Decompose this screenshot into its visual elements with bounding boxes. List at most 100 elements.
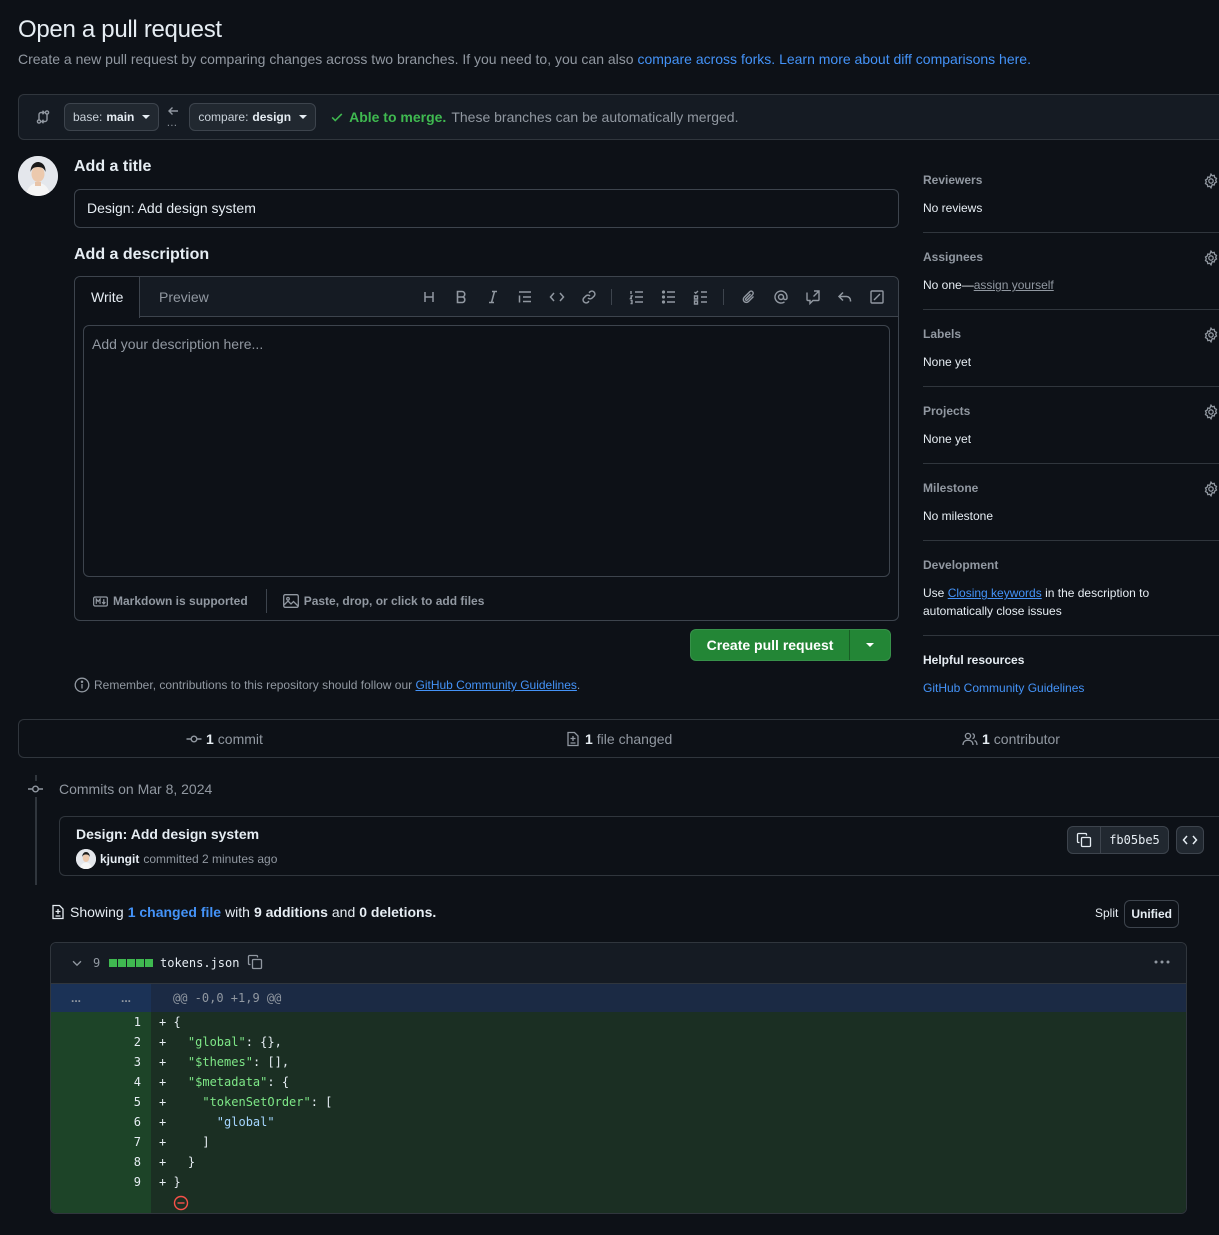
line-gutter-old[interactable] [51, 1012, 101, 1032]
page-title: Open a pull request [18, 16, 222, 43]
contributors-stat[interactable]: 1 contributor [962, 720, 1060, 757]
gear-icon[interactable] [1203, 173, 1219, 189]
line-gutter-old[interactable] [51, 1052, 101, 1072]
compare-bar: base: main … compare: design Able to merge… [18, 94, 1219, 140]
expand-down-button[interactable]: ... [101, 984, 151, 1012]
projects-title[interactable]: Projects [923, 404, 1219, 418]
reviewers-title[interactable]: Reviewers [923, 173, 1219, 187]
bold-icon[interactable] [453, 289, 469, 305]
assign-yourself-link[interactable]: assign yourself [974, 278, 1054, 292]
gear-icon[interactable] [1203, 250, 1219, 266]
assignees-value: No one—assign yourself [923, 276, 1219, 294]
paperclip-icon[interactable] [741, 289, 757, 305]
mention-icon[interactable] [773, 289, 789, 305]
gear-icon[interactable] [1203, 404, 1219, 420]
compare-branch-dropdown[interactable]: compare: design [189, 103, 317, 131]
heading-icon[interactable] [421, 289, 437, 305]
split-view-button[interactable]: Split [1089, 900, 1124, 928]
line-gutter-old[interactable] [51, 1132, 101, 1152]
guidelines-note: Remember, contributions to this reposito… [74, 677, 580, 693]
line-gutter-new [101, 1192, 151, 1213]
line-number[interactable]: 2 [101, 1032, 151, 1052]
line-code: + "global" [159, 1115, 275, 1129]
assignees-none: No one— [923, 278, 974, 292]
description-textarea[interactable]: Add your description here... [83, 325, 890, 577]
expand-up-button[interactable]: ... [51, 984, 101, 1012]
line-number[interactable]: 6 [101, 1112, 151, 1132]
diff-comparisons-link[interactable]: Learn more about diff comparisons here. [779, 51, 1031, 67]
toolbar-divider [723, 289, 724, 305]
line-number[interactable]: 1 [101, 1012, 151, 1032]
italic-icon[interactable] [485, 289, 501, 305]
labels-title[interactable]: Labels [923, 327, 1219, 341]
create-pull-request-label[interactable]: Create pull request [691, 630, 850, 660]
ordered-list-icon[interactable] [629, 289, 645, 305]
line-gutter-old[interactable] [51, 1072, 101, 1092]
page-subtitle: Create a new pull request by comparing c… [18, 51, 1031, 67]
code-icon[interactable] [549, 289, 565, 305]
line-gutter-old[interactable] [51, 1032, 101, 1052]
reviewers-value: No reviews [923, 201, 983, 215]
guidelines-link[interactable]: GitHub Community Guidelines [416, 678, 577, 692]
tab-write[interactable]: Write [75, 277, 141, 318]
unified-view-button[interactable]: Unified [1124, 900, 1180, 928]
files-stat[interactable]: 1 file changed [565, 720, 672, 757]
line-gutter-old[interactable] [51, 1152, 101, 1172]
commits-stat[interactable]: 1 commit [186, 720, 263, 757]
markdown-note[interactable]: Markdown is supported [113, 594, 248, 608]
compare-value: design [252, 110, 292, 124]
task-list-icon[interactable] [693, 289, 709, 305]
changed-file-link[interactable]: 1 changed file [128, 904, 221, 920]
title-input[interactable]: Design: Add design system [74, 189, 899, 228]
file-diff-icon [565, 731, 581, 747]
commit-author[interactable]: kjungit [100, 852, 139, 866]
line-number[interactable]: 9 [101, 1172, 151, 1192]
line-gutter-old[interactable] [51, 1112, 101, 1132]
base-branch-dropdown[interactable]: base: main [64, 103, 160, 131]
tab-preview[interactable]: Preview [143, 277, 225, 317]
gear-icon[interactable] [1203, 327, 1219, 343]
copy-icon[interactable] [1068, 827, 1101, 853]
browse-code-button[interactable] [1176, 826, 1204, 854]
line-number[interactable]: 4 [101, 1072, 151, 1092]
commit-sha-group: fb05be5 [1067, 826, 1169, 854]
line-number[interactable]: 5 [101, 1092, 151, 1112]
copy-icon[interactable] [247, 954, 263, 970]
sidebar-reviewers: Reviewers No reviews [923, 173, 1219, 233]
gear-icon[interactable] [1203, 481, 1219, 497]
create-options-dropdown[interactable] [850, 643, 890, 647]
avatar[interactable] [76, 849, 96, 869]
showing-prefix: Showing [70, 904, 124, 920]
line-gutter-old[interactable] [51, 1092, 101, 1112]
info-icon [74, 677, 90, 693]
assignees-title[interactable]: Assignees [923, 250, 1219, 264]
milestone-title[interactable]: Milestone [923, 481, 1219, 495]
line-number[interactable]: 3 [101, 1052, 151, 1072]
compare-forks-link[interactable]: compare across forks. [637, 51, 775, 67]
commit-title[interactable]: Design: Add design system [76, 826, 259, 842]
create-pull-request-button[interactable]: Create pull request [690, 629, 891, 661]
cross-reference-icon[interactable] [805, 289, 821, 305]
line-number[interactable]: 7 [101, 1132, 151, 1152]
quote-icon[interactable] [517, 289, 533, 305]
no-newline-icon [173, 1195, 189, 1211]
attach-files-note[interactable]: Paste, drop, or click to add files [304, 594, 485, 608]
link-icon[interactable] [581, 289, 597, 305]
commit-sha[interactable]: fb05be5 [1101, 833, 1168, 847]
line-gutter-old[interactable] [51, 1172, 101, 1192]
chevron-down-icon[interactable] [70, 956, 84, 970]
summary-stats-bar: 1 commit 1 file changed 1 contributor [18, 719, 1219, 758]
kebab-menu-icon[interactable] [1153, 954, 1171, 970]
sidebar-development: Development Use Closing keywords in the … [923, 558, 1219, 636]
avatar[interactable] [18, 156, 58, 196]
guidelines-suffix: . [576, 678, 581, 692]
line-number[interactable]: 8 [101, 1152, 151, 1172]
line-code: + "tokenSetOrder": [ [159, 1095, 333, 1109]
community-guidelines-link[interactable]: GitHub Community Guidelines [923, 681, 1084, 695]
reply-icon[interactable] [837, 289, 853, 305]
closing-keywords-link[interactable]: Closing keywords [948, 586, 1042, 600]
unordered-list-icon[interactable] [661, 289, 677, 305]
file-name[interactable]: tokens.json [160, 956, 239, 970]
fullscreen-icon[interactable] [869, 289, 885, 305]
editor-header: Write Preview [75, 277, 898, 318]
